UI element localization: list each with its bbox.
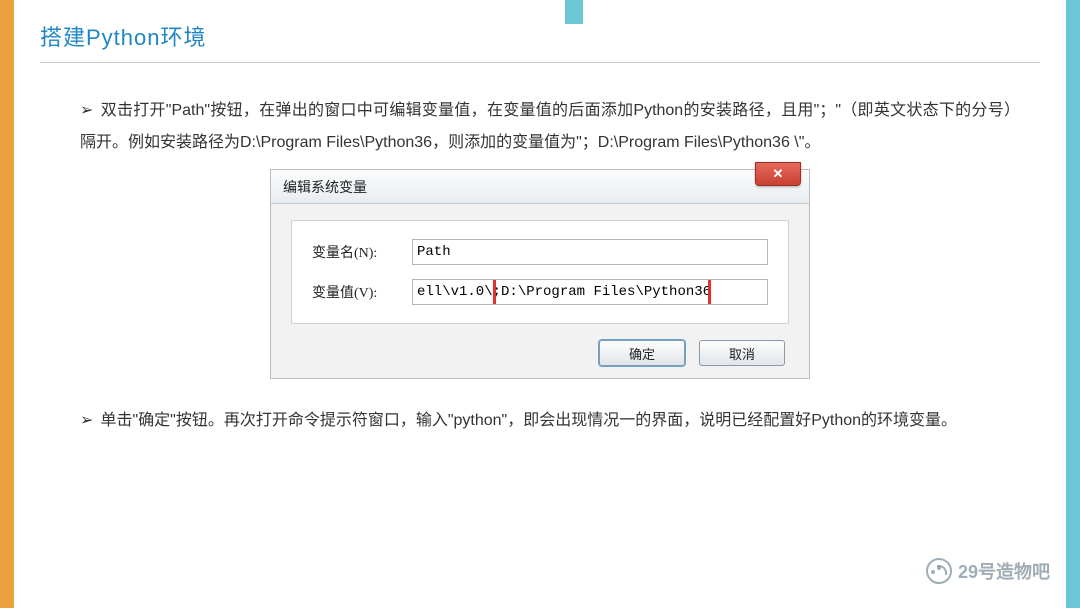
paragraph-2-text: 单击"确定"按钮。再次打开命令提示符窗口，输入"python"，即会出现情况一的… xyxy=(100,412,957,429)
right-border-decoration xyxy=(1066,0,1080,608)
bullet-icon: ➢ xyxy=(80,95,96,127)
ok-button[interactable]: 确定 xyxy=(599,340,685,366)
variable-name-value: Path xyxy=(417,244,451,260)
variable-value-label: 变量值(V): xyxy=(312,282,412,302)
dialog-button-row: 确定 取消 xyxy=(599,340,785,366)
ok-button-label: 确定 xyxy=(629,344,655,363)
variable-value-appended: ;D:\Program Files\Python36 xyxy=(493,284,711,300)
watermark: 29号造物吧 xyxy=(926,558,1050,584)
variable-name-input[interactable]: Path xyxy=(412,239,768,265)
variable-name-row: 变量名(N): Path xyxy=(312,239,768,265)
variable-name-label: 变量名(N): xyxy=(312,242,412,262)
variable-value-row: 变量值(V): ell\v1.0\ ;D:\Program Files\Pyth… xyxy=(312,279,768,305)
close-icon: ✕ xyxy=(773,166,784,182)
page-title: 搭建Python环境 xyxy=(40,20,1040,63)
slide-content: 搭建Python环境 ➢ 双击打开"Path"按钮，在弹出的窗口中可编辑变量值，… xyxy=(40,20,1040,447)
wechat-icon xyxy=(926,558,952,584)
paragraph-2: ➢ 单击"确定"按钮。再次打开命令提示符窗口，输入"python"，即会出现情况… xyxy=(40,405,1040,437)
dialog-titlebar: 编辑系统变量 ✕ xyxy=(271,170,809,204)
cancel-button[interactable]: 取消 xyxy=(699,340,785,366)
edit-env-var-dialog: 编辑系统变量 ✕ 变量名(N): Path 变量值(V): ell\v1.0\ … xyxy=(270,169,810,379)
variable-value-input[interactable]: ell\v1.0\ ;D:\Program Files\Python36 xyxy=(412,279,768,305)
variable-value-prefix: ell\v1.0\ xyxy=(417,284,493,300)
dialog-body: 变量名(N): Path 变量值(V): ell\v1.0\ ;D:\Progr… xyxy=(291,220,789,324)
paragraph-1: ➢ 双击打开"Path"按钮，在弹出的窗口中可编辑变量值，在变量值的后面添加Py… xyxy=(40,95,1040,159)
close-button[interactable]: ✕ xyxy=(755,162,801,186)
watermark-text: 29号造物吧 xyxy=(958,558,1050,584)
dialog-title: 编辑系统变量 xyxy=(283,177,367,197)
bullet-icon: ➢ xyxy=(80,405,96,437)
cancel-button-label: 取消 xyxy=(729,344,755,363)
left-border-decoration xyxy=(0,0,14,608)
paragraph-1-text: 双击打开"Path"按钮，在弹出的窗口中可编辑变量值，在变量值的后面添加Pyth… xyxy=(80,102,1020,151)
variable-value-highlight: ;D:\Program Files\Python36 xyxy=(493,279,711,305)
